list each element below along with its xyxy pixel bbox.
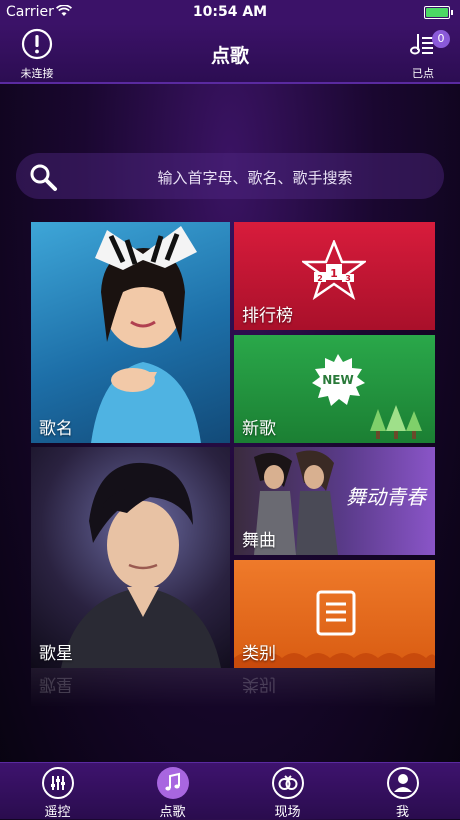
singer-tile-label: 歌星 [39,644,73,664]
ranking-tile-label: 排行榜 [242,306,293,326]
selected-count-badge: 0 [432,30,450,48]
category-tile[interactable]: 类别 [234,560,435,668]
reflection-singer-text: 歌星 [39,674,73,694]
tab-song-request[interactable]: 点歌 [115,763,230,820]
category-tile-label: 类别 [242,644,276,664]
dance-tile[interactable]: 舞动青春 舞曲 [234,447,435,555]
battery-icon [424,6,453,19]
music-note-icon [156,767,189,799]
tab-live[interactable]: 现场 [230,763,345,820]
reflection-category-text: 类别 [242,674,276,694]
page-title: 点歌 [210,45,249,67]
tab-bar: 遥控 点歌 现场 我 [0,762,460,820]
search-bar[interactable]: 输入首字母、歌名、歌手搜索 [16,153,444,199]
user-icon [386,767,419,799]
tab-live-label: 现场 [274,805,301,820]
remote-control-icon [41,767,74,799]
status-bar: Carrier 10:54 AM [0,0,460,24]
tree-decoration-icon [370,405,422,439]
tab-song-request-label: 点歌 [159,805,186,820]
song-name-tile-label: 歌名 [39,419,73,439]
live-rings-icon [271,767,304,799]
new-songs-tile-label: 新歌 [242,419,276,439]
search-placeholder: 输入首字母、歌名、歌手搜索 [157,169,353,187]
female-singer-photo [91,226,201,443]
singer-tile[interactable]: 歌星 [31,447,230,668]
tiles-reflection: 歌星 类别 [31,668,435,708]
clock: 10:54 AM [192,4,268,20]
new-badge-text: NEW [322,373,354,387]
tab-me[interactable]: 我 [345,763,460,820]
dance-artwork-text: 舞动青春 [346,485,426,509]
selected-songs-button[interactable]: 0 已点 [400,28,450,81]
tab-remote[interactable]: 遥控 [0,763,115,820]
new-songs-tile[interactable]: NEW 新歌 [234,335,435,443]
tab-me-label: 我 [395,805,409,820]
trophy-star-icon: 1 2 3 [302,240,366,300]
song-name-tile[interactable]: 歌名 [31,222,230,443]
search-icon [30,164,57,191]
nav-bar: 未连接 点歌 0 已点 [0,24,460,84]
document-icon [316,590,356,636]
dance-tile-label: 舞曲 [242,531,276,551]
svg-text:3: 3 [345,274,351,283]
svg-text:1: 1 [330,267,338,280]
male-singer-photo [61,462,221,668]
ranking-tile[interactable]: 1 2 3 排行榜 [234,222,435,330]
selected-songs-label: 已点 [412,67,434,80]
svg-text:2: 2 [317,274,323,283]
tab-remote-label: 遥控 [44,805,71,820]
